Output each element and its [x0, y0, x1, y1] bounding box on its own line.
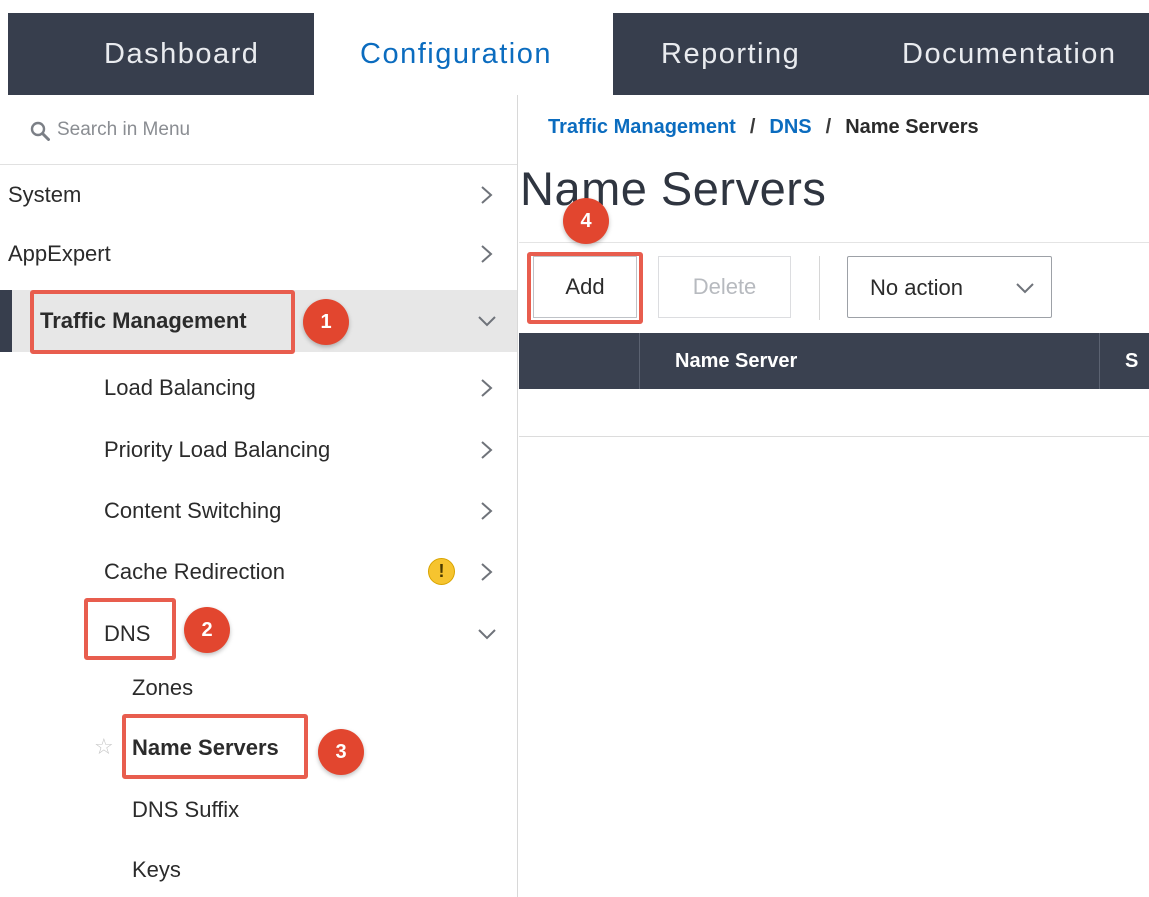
warning-icon: ! [428, 558, 455, 585]
sidebar-item-dns-suffix[interactable]: DNS Suffix [0, 779, 517, 841]
sidebar-item-label: Keys [132, 857, 181, 882]
chevron-right-icon [481, 502, 493, 520]
sidebar-item-label: Zones [132, 675, 194, 700]
sidebar-item-label: DNS Suffix [132, 797, 240, 822]
breadcrumb-separator: / [825, 116, 832, 138]
step-badge-4: 4 [563, 198, 609, 244]
tab-configuration[interactable]: Configuration [360, 13, 552, 95]
breadcrumb: Traffic Management / DNS / Name Servers [548, 110, 979, 144]
chevron-down-icon [478, 629, 496, 640]
delete-button[interactable]: Delete [658, 256, 791, 318]
step-badge-2: 2 [184, 607, 230, 653]
chevron-right-icon [481, 563, 493, 581]
breadcrumb-current: Name Servers [845, 116, 979, 138]
sidebar-item-label: Priority Load Balancing [104, 437, 331, 462]
toolbar-divider [519, 242, 1149, 243]
chevron-down-icon [478, 316, 496, 327]
sidebar-item-content-switching[interactable]: Content Switching [0, 480, 517, 542]
sidebar-item-label: Cache Redirection [104, 559, 285, 584]
column-header-truncated[interactable]: S [1125, 333, 1138, 389]
search-placeholder: Search in Menu [57, 119, 191, 140]
sidebar-item-label: Name Servers [132, 735, 279, 760]
add-button[interactable]: Add [533, 256, 637, 318]
table-row [519, 389, 1149, 437]
chevron-right-icon [481, 441, 493, 459]
breadcrumb-dns[interactable]: DNS [769, 116, 811, 138]
tab-dashboard[interactable]: Dashboard [104, 13, 259, 95]
sidebar-item-label: AppExpert [8, 241, 111, 266]
chevron-right-icon [481, 245, 493, 263]
sidebar-item-traffic-management[interactable]: Traffic Management [0, 290, 517, 352]
sidebar-item-label: System [8, 182, 82, 207]
menu-search-input[interactable]: Search in Menu [0, 95, 517, 165]
sidebar-item-label: Load Balancing [104, 375, 256, 400]
search-icon [30, 121, 50, 141]
tab-reporting[interactable]: Reporting [661, 13, 800, 95]
sidebar-item-appexpert[interactable]: AppExpert [0, 223, 517, 285]
sidebar-item-name-servers[interactable]: ☆ Name Servers [0, 717, 517, 779]
active-indicator [0, 290, 12, 352]
toolbar-separator [819, 256, 820, 320]
sidebar-item-system[interactable]: System [0, 164, 517, 226]
sidebar-item-load-balancing[interactable]: Load Balancing [0, 357, 517, 419]
sidebar-item-label: Content Switching [104, 498, 282, 523]
breadcrumb-traffic-management[interactable]: Traffic Management [548, 116, 736, 138]
column-divider [1099, 333, 1100, 389]
sidebar-item-label: DNS [104, 621, 151, 646]
step-badge-1: 1 [303, 299, 349, 345]
action-select[interactable]: No action [847, 256, 1052, 318]
sidebar-item-dns[interactable]: DNS [0, 603, 517, 665]
sidebar-item-keys[interactable]: Keys [0, 839, 517, 897]
chevron-right-icon [481, 379, 493, 397]
sidebar-item-cache-redirection[interactable]: Cache Redirection ! [0, 541, 517, 603]
top-navigation: Dashboard Configuration Reporting Docume… [0, 0, 1149, 95]
breadcrumb-separator: / [749, 116, 756, 138]
sidebar-item-zones[interactable]: Zones [0, 657, 517, 719]
star-icon[interactable]: ☆ [94, 736, 114, 758]
column-header-name-server[interactable]: Name Server [675, 333, 797, 389]
sidebar-menu: Search in Menu System AppExpert Traffic … [0, 95, 518, 897]
table-header: Name Server S [519, 333, 1149, 389]
sidebar-item-label: Traffic Management [40, 308, 247, 333]
action-select-value: No action [870, 275, 963, 300]
step-badge-3: 3 [318, 729, 364, 775]
tab-documentation[interactable]: Documentation [902, 13, 1117, 95]
sidebar-item-priority-load-balancing[interactable]: Priority Load Balancing [0, 419, 517, 481]
chevron-right-icon [481, 186, 493, 204]
chevron-down-icon [1016, 283, 1034, 294]
column-divider [639, 333, 640, 389]
